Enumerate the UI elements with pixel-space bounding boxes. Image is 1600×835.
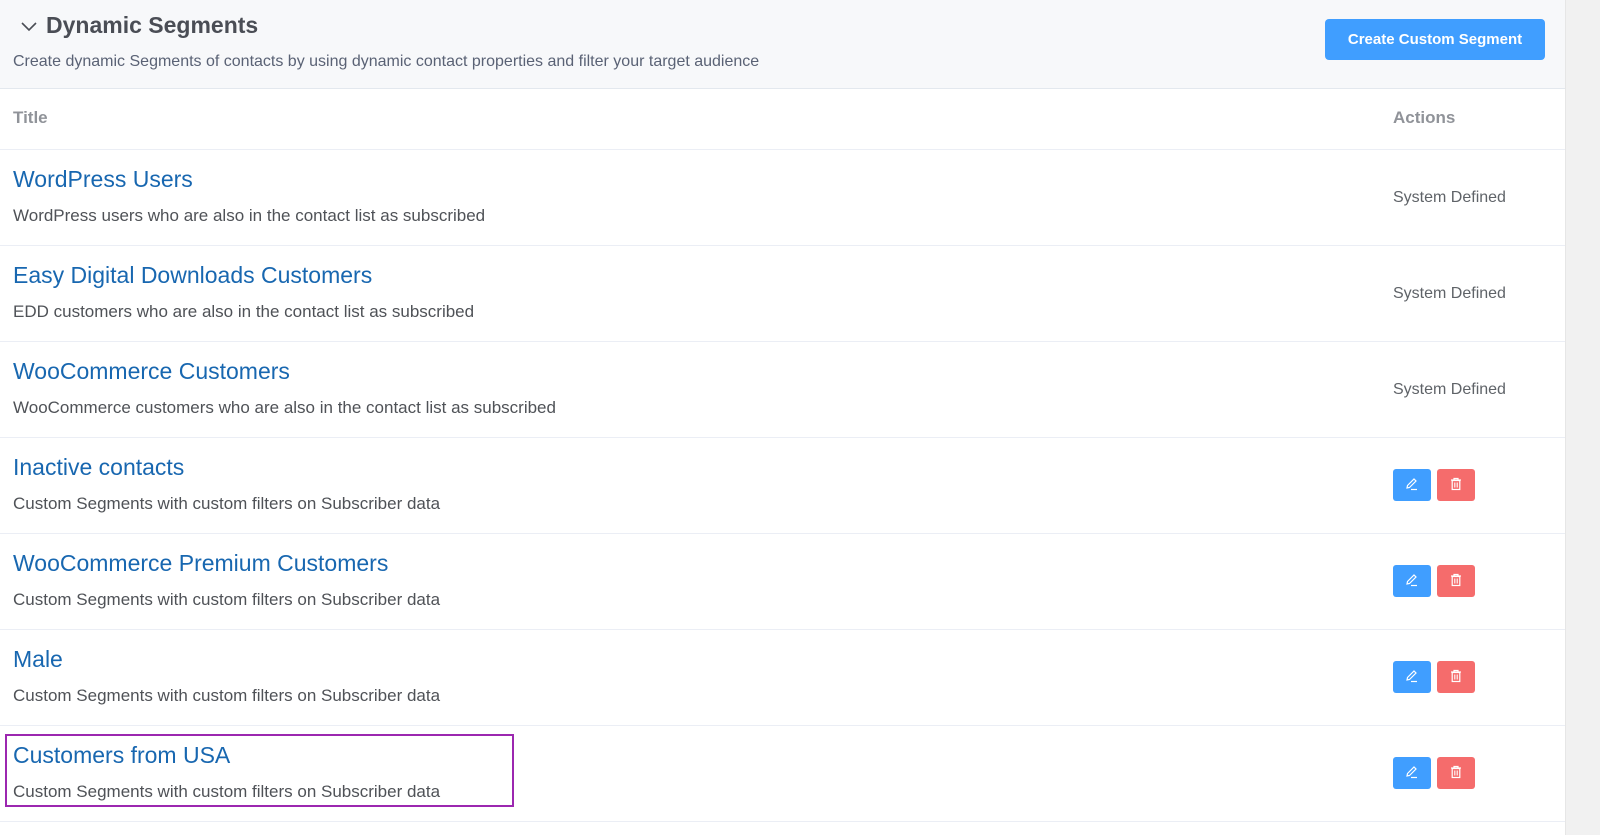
segment-title-link[interactable]: WordPress Users [13, 166, 193, 193]
segment-title-link[interactable]: WooCommerce Customers [13, 358, 290, 385]
segment-title-link[interactable]: Male [13, 646, 63, 673]
column-header-actions: Actions [1393, 108, 1456, 127]
table-header: Title Actions [0, 89, 1565, 150]
segment-description: Custom Segments with custom filters on S… [13, 590, 441, 609]
table-row: Male Custom Segments with custom filters… [0, 630, 1565, 726]
delete-button[interactable] [1437, 757, 1475, 789]
edit-button[interactable] [1393, 757, 1431, 789]
trash-icon [1448, 572, 1464, 591]
system-defined-label: System Defined [1393, 285, 1506, 302]
table-row: Inactive contacts Custom Segments with c… [0, 438, 1565, 534]
header-title-group[interactable]: Dynamic Segments [20, 12, 258, 39]
segment-title-link[interactable]: Easy Digital Downloads Customers [13, 262, 372, 289]
segment-description: WordPress users who are also in the cont… [13, 206, 486, 225]
system-defined-label: System Defined [1393, 189, 1506, 206]
segment-title-link[interactable]: Customers from USA [13, 742, 230, 769]
table-row: WordPress Users WordPress users who are … [0, 150, 1565, 246]
table-row: Customers from USA Custom Segments with … [0, 726, 1565, 822]
row-actions [1393, 757, 1475, 789]
delete-button[interactable] [1437, 565, 1475, 597]
pencil-icon [1404, 572, 1420, 591]
delete-button[interactable] [1437, 469, 1475, 501]
table-row: WooCommerce Premium Customers Custom Seg… [0, 534, 1565, 630]
pencil-icon [1404, 764, 1420, 783]
trash-icon [1448, 764, 1464, 783]
segment-description: EDD customers who are also in the contac… [13, 302, 475, 321]
edit-button[interactable] [1393, 661, 1431, 693]
system-defined-label: System Defined [1393, 381, 1506, 398]
page-title: Dynamic Segments [46, 12, 259, 38]
segment-description: Custom Segments with custom filters on S… [13, 494, 441, 513]
row-actions [1393, 469, 1475, 501]
segment-description: Custom Segments with custom filters on S… [13, 686, 441, 705]
trash-icon [1448, 476, 1464, 495]
segment-list: WordPress Users WordPress users who are … [0, 150, 1565, 822]
table-row: Easy Digital Downloads Customers EDD cus… [0, 246, 1565, 342]
edit-button[interactable] [1393, 565, 1431, 597]
row-actions [1393, 565, 1475, 597]
row-actions [1393, 661, 1475, 693]
edit-button[interactable] [1393, 469, 1431, 501]
create-custom-segment-button[interactable]: Create Custom Segment [1325, 19, 1545, 60]
column-header-title: Title [13, 108, 48, 127]
chevron-down-icon[interactable] [20, 17, 38, 35]
page-description: Create dynamic Segments of contacts by u… [13, 53, 760, 70]
segment-title-link[interactable]: Inactive contacts [13, 454, 184, 481]
delete-button[interactable] [1437, 661, 1475, 693]
pencil-icon [1404, 668, 1420, 687]
dynamic-segments-panel: Dynamic Segments Create dynamic Segments… [0, 0, 1566, 835]
segment-description: WooCommerce customers who are also in th… [13, 398, 556, 417]
pencil-icon [1404, 476, 1420, 495]
table-row: WooCommerce Customers WooCommerce custom… [0, 342, 1565, 438]
segment-description: Custom Segments with custom filters on S… [13, 782, 441, 801]
segment-title-link[interactable]: WooCommerce Premium Customers [13, 550, 388, 577]
panel-header: Dynamic Segments Create dynamic Segments… [0, 0, 1565, 89]
trash-icon [1448, 668, 1464, 687]
